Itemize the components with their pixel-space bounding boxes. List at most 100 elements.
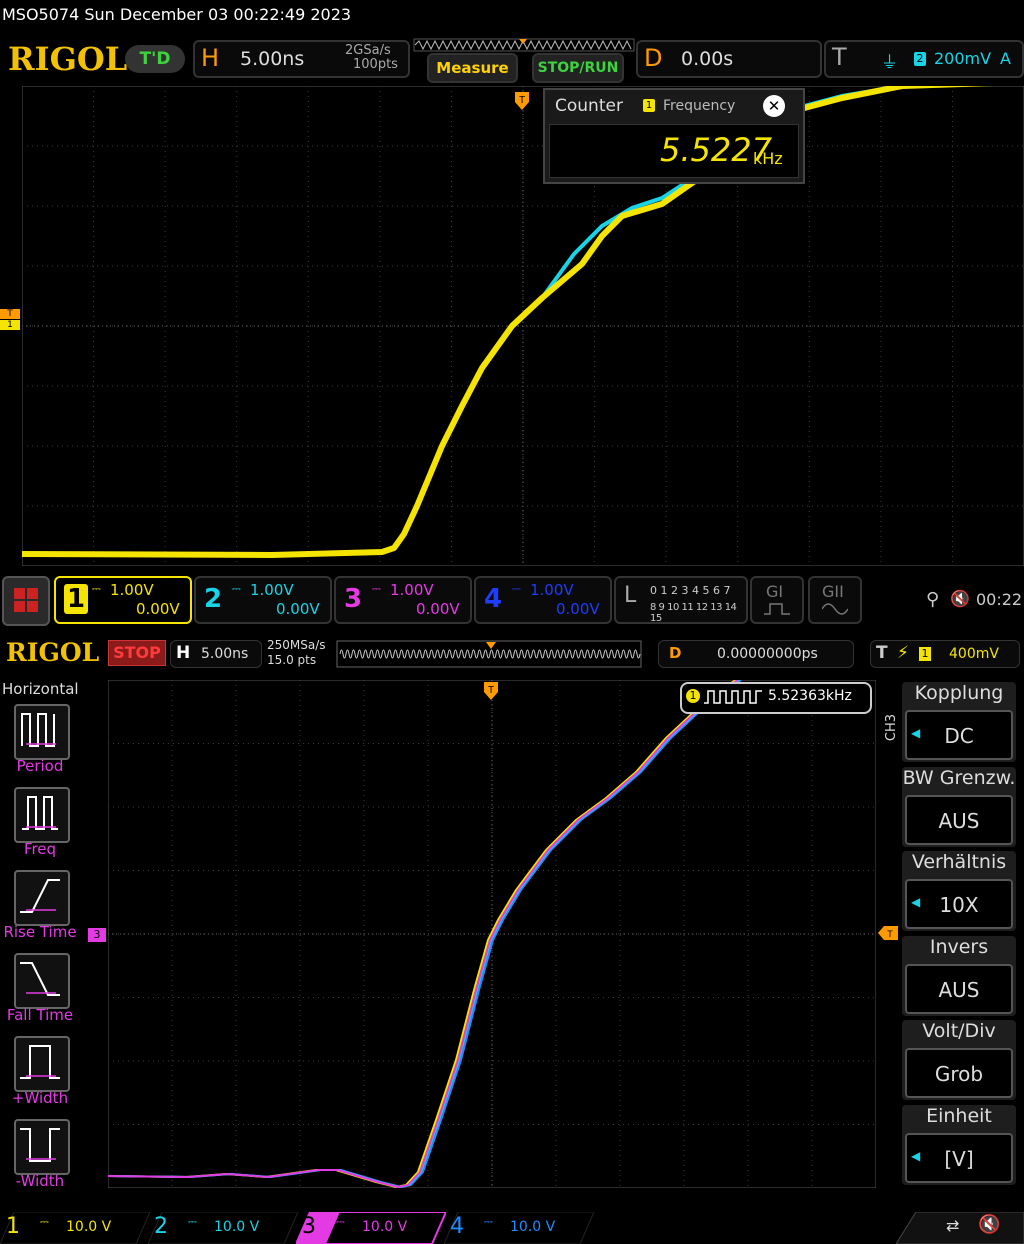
logic-analyzer-box[interactable]: L 0 1 2 3 4 5 6 7 8 9 10 11 12 13 14 15: [614, 576, 748, 624]
side-negative-width-button[interactable]: [14, 1119, 70, 1175]
bottom-memory-depth: 15.0 pts: [267, 653, 317, 667]
t-mode: A: [1000, 49, 1011, 68]
t-channel: 2: [914, 52, 926, 66]
side-frequency-button[interactable]: [14, 787, 70, 843]
rigol-logo: RIGOL: [8, 40, 128, 78]
gen1-box[interactable]: GI: [750, 576, 804, 624]
top-ch4-volts: 1.00V: [530, 581, 574, 599]
top-ch2-offset: 0.00V: [276, 600, 320, 618]
bottom-channel-trace: [108, 680, 737, 1188]
bottom-speaker-icon[interactable]: 🔇: [978, 1214, 1000, 1235]
right-menu-invers[interactable]: Invers AUS: [902, 935, 1016, 1016]
top-waveform-display[interactable]: [22, 86, 1024, 566]
trigger-box[interactable]: T ⏚ 2 200mV A: [824, 40, 1024, 78]
bottom-ch3-volts: 10.0 V: [362, 1219, 408, 1235]
ch3-menu-label: CH3: [884, 714, 899, 742]
bottom-ch4-volts: 10.0 V: [510, 1219, 556, 1235]
trigger-position-marker: T: [515, 92, 529, 110]
bottom-d-label: D: [669, 644, 682, 662]
h-sample-rate: 2GSa/s: [345, 43, 391, 58]
svg-text:T: T: [488, 685, 494, 696]
rising-edge-icon: ⚡: [897, 643, 909, 663]
counter-type: Frequency: [663, 98, 736, 114]
side-fall-time-button[interactable]: [14, 953, 70, 1009]
top-channel-4-box[interactable]: 4 ⎓ 1.00V 0.00V: [474, 576, 612, 624]
bottom-grid-svg: [108, 680, 876, 1188]
right-menu-value-box[interactable]: AUS: [905, 794, 1013, 845]
right-menu-bwgrenzw[interactable]: BW Grenzw. AUS: [902, 766, 1016, 847]
rise-time-icon: [20, 879, 60, 913]
dc-coupling-icon: ⎓: [188, 1215, 197, 1228]
bottom-delay-box[interactable]: D 0.00000000ps: [658, 640, 854, 668]
bottom-frequency-readout: 1 5.52363kHz: [680, 682, 872, 714]
d-label: D: [644, 44, 663, 72]
horizontal-timebase-box[interactable]: H 5.00ns 2GSa/s 100pts: [193, 40, 410, 78]
right-menu-voltdiv[interactable]: Volt/Div Grob: [902, 1020, 1016, 1100]
top-ch1-volts: 1.00V: [110, 581, 154, 599]
bottom-horizontal-box[interactable]: H 5.00ns: [170, 640, 262, 668]
bottom-ch1-number: 1: [6, 1214, 20, 1239]
top-grid-svg: [22, 86, 1024, 566]
right-menu-value: [V]: [944, 1146, 974, 1171]
right-menu-value-box[interactable]: Grob: [905, 1048, 1013, 1098]
top-ch4-number: 4: [484, 584, 503, 614]
stop-status-badge[interactable]: STOP: [108, 640, 166, 666]
right-menu-title: Kopplung: [914, 682, 1004, 704]
bottom-sample-rate: 250MSa/s: [267, 638, 326, 652]
counter-unit: kHz: [753, 149, 783, 168]
bottom-freq-channel: 1: [686, 689, 700, 703]
bottom-ch3-number: 3: [302, 1214, 316, 1239]
sine-wave-icon: [822, 603, 848, 615]
side-period-button[interactable]: [14, 704, 70, 760]
right-menu-value: 10X: [939, 893, 979, 917]
ch1-offset-marker: 1: [0, 320, 20, 330]
trigger-level-marker: T: [0, 309, 20, 319]
fall-time-icon: [20, 962, 60, 996]
right-menu-value: Grob: [934, 1062, 984, 1086]
top-ch2-number: 2: [204, 584, 223, 614]
counter-title: Counter: [555, 96, 623, 116]
t-level: 200mV: [934, 49, 992, 68]
speaker-mute-icon[interactable]: 🔇: [950, 589, 970, 608]
gen2-label: GII: [822, 582, 844, 601]
dc-coupling-icon: ⎓: [232, 582, 241, 595]
d-value: 0.00s: [681, 48, 734, 70]
stop-run-button[interactable]: STOP/RUN: [532, 53, 624, 83]
right-menu-kopplung[interactable]: Kopplung ◀ DC: [902, 682, 1016, 762]
side-item-label: Freq: [23, 840, 57, 858]
bottom-t-label: T: [876, 643, 888, 663]
top-channel-1-box[interactable]: 1 ⎓ 1.00V 0.00V: [54, 576, 192, 624]
side-positive-width-button[interactable]: [14, 1036, 70, 1092]
right-menu-value-box[interactable]: AUS: [905, 963, 1013, 1014]
close-icon[interactable]: ✕: [763, 95, 785, 117]
dc-coupling-icon: ⎓: [40, 1215, 49, 1228]
bottom-h-label: H: [176, 643, 191, 663]
bottom-trigger-box[interactable]: T ⚡ 1 400mV: [870, 640, 1020, 668]
h-label: H: [201, 44, 220, 72]
counter-window[interactable]: Counter 1 Frequency ✕ 5.5227 kHz: [543, 88, 805, 184]
right-menu-verhltnis[interactable]: Verhältnis ◀ 10X: [902, 851, 1016, 931]
measure-button[interactable]: Measure: [427, 53, 518, 83]
top-channel-2-box[interactable]: 2 ⎓ 1.00V 0.00V: [194, 576, 332, 624]
top-channel-3-box[interactable]: 3 ⎓ 1.00V 0.00V: [334, 576, 472, 624]
right-menu-title: Verhältnis: [911, 851, 1007, 873]
dc-coupling-icon: ⎓: [92, 582, 101, 595]
menu-button[interactable]: [2, 576, 50, 626]
bottom-ch1-volts: 10.0 V: [66, 1219, 112, 1235]
gen2-box[interactable]: GII: [808, 576, 862, 624]
bottom-t-channel: 1: [919, 647, 931, 661]
right-menu-value-box[interactable]: ◀ 10X: [905, 879, 1013, 929]
right-menu-value-box[interactable]: ◀ [V]: [905, 1132, 1013, 1183]
bottom-waveform-display[interactable]: [108, 680, 876, 1188]
logic-label: L: [624, 583, 637, 608]
right-menu-value-box[interactable]: ◀ DC: [905, 710, 1013, 760]
delay-box[interactable]: D 0.00s: [636, 40, 822, 78]
bottom-waveform-overview: [336, 640, 642, 668]
bottom-channel-trace: [110, 680, 742, 1188]
t-label: T: [832, 43, 847, 71]
bottom-d-value: 0.00000000ps: [717, 646, 818, 662]
top-ch1-offset: 0.00V: [136, 600, 180, 618]
side-rise-time-button[interactable]: [14, 870, 70, 926]
status-tab: [896, 1212, 1024, 1244]
right-menu-einheit[interactable]: Einheit ◀ [V]: [902, 1104, 1016, 1185]
